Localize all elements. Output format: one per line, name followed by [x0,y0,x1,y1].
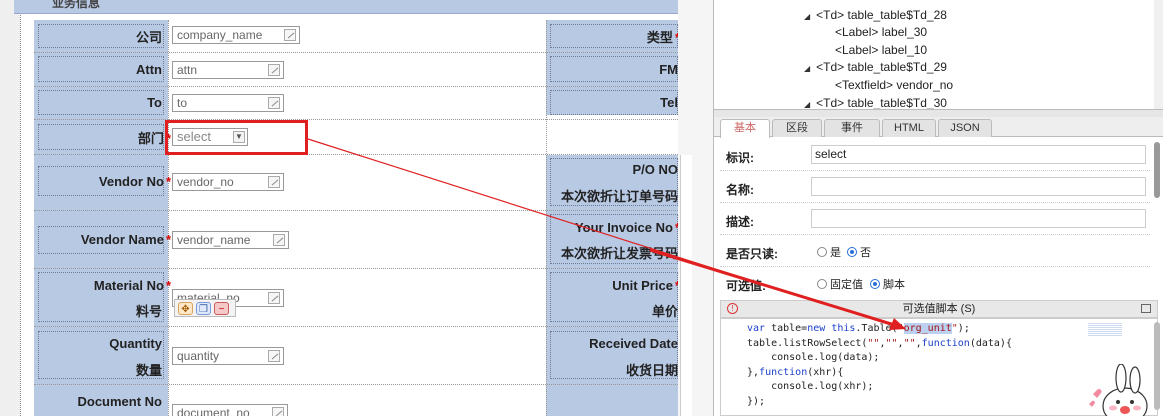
label-po-no: P/O NO [632,162,678,177]
vendor-no-field[interactable]: vendor_no [172,173,284,191]
edit-icon[interactable] [284,29,296,41]
field-mini-toolbar: ✥ ❐ − [174,299,236,317]
props-scrollbar[interactable] [1154,142,1160,198]
label-document-no: Document No [77,394,163,409]
prop-row-readonly: 是否只读: 是 否 [720,236,1150,267]
prop-row-desc: 描述: [720,204,1150,235]
label-vendor-no: Vendor No * [98,174,171,189]
label-fm: FM [659,62,678,77]
tab-basic[interactable]: 基本 [720,119,770,138]
tree-row[interactable]: ◢ <Td> table_table$Td_30 [804,96,947,109]
prop-row-id: 标识: select [720,140,1150,171]
desc-input[interactable] [811,209,1146,228]
tab-events[interactable]: 事件 [824,119,880,137]
company-name-field[interactable]: company_name [172,26,300,44]
tree-row[interactable]: ◢ <Td> table_table$Td_29 [804,60,947,74]
id-label: 标识: [726,151,754,165]
label-type: 类型* [646,30,680,45]
form-section-header: 业务信息 [14,0,678,14]
tab-json[interactable]: JSON [938,119,992,137]
properties-panel: ┘ ◢<Td> table_table$Td_28 <Label> label_… [713,0,1163,416]
label-received-date-cn: 收货日期 [625,363,678,378]
label-attn: Attn [136,62,162,77]
tab-section[interactable]: 区段 [772,119,822,137]
to-field[interactable]: to [172,94,284,112]
script-panel-header: ! 可选值脚本 (S) [720,300,1158,318]
code-line: table.listRowSelect("","","",function(da… [747,337,1012,349]
name-label: 名称: [726,183,754,197]
edit-icon[interactable] [272,407,284,416]
code-line: console.log(data); [747,352,880,363]
expanded-triangle-icon[interactable]: ◢ [804,12,810,21]
label-quantity-cn: 数量 [135,363,162,378]
basic-properties: 标识: select 名称: 描述: 是否只读: 是 否 可选值: 固定值 脚本 [714,138,1163,298]
document-no-field[interactable]: document_no [172,404,288,416]
label-invoice-no: Your Invoice No* [574,220,680,235]
delete-icon[interactable]: − [214,302,229,315]
form-designer-canvas: 业务信息 公司 Attn To 部门 * Vendor No * Vendor Na… [0,0,680,416]
readonly-no-radio[interactable]: 否 [847,244,871,260]
label-to: To [147,95,162,110]
readonly-label: 是否只读: [726,247,778,261]
name-input[interactable] [811,177,1146,196]
desc-label: 描述: [726,215,754,229]
designer-scrollbar[interactable] [680,155,692,416]
code-line: console.log(xhr); [747,381,874,392]
property-tabs: 基本 区段 事件 HTML JSON [714,117,1163,138]
options-label: 可选值: [726,279,766,293]
label-company: 公司 [135,30,162,45]
edit-icon[interactable] [268,176,280,188]
tree-row[interactable]: ◢ <Td> table_table$Td_28 [804,8,947,22]
edit-icon[interactable] [268,292,280,304]
tree-row[interactable]: <Label> label_30 [835,25,927,39]
label-tel: Tel [660,95,678,110]
quantity-field[interactable]: quantity [172,347,284,365]
label-material-no: Material No * [93,278,171,293]
vendor-name-field[interactable]: vendor_name [172,231,289,249]
maximize-icon[interactable] [1141,304,1151,313]
chevron-down-icon[interactable]: ▼ [233,131,245,143]
edit-icon[interactable] [268,350,280,362]
tree-row[interactable]: <Label> label_10 [835,43,927,57]
tree-row-clipped: ┘ [804,0,813,6]
id-input[interactable]: select [811,145,1146,164]
attn-field[interactable]: attn [172,61,284,79]
edit-icon[interactable] [273,234,285,246]
script-title: 可选值脚本 (S) [902,303,976,315]
component-tree: ┘ ◢<Td> table_table$Td_28 <Label> label_… [714,0,1163,110]
tree-scrollbar[interactable] [1154,0,1163,109]
section-title: 业务信息 [52,0,101,10]
options-fixed-radio[interactable]: 固定值 [817,276,863,292]
edit-icon[interactable] [268,64,280,76]
code-line: },function(xhr){ [747,366,844,378]
copy-icon[interactable]: ❐ [196,302,211,315]
splitter[interactable] [714,110,1163,117]
move-icon[interactable]: ✥ [178,302,193,315]
label-po-no-cn: 本次欲折让订单号码 [560,189,678,204]
code-line: var table=new this.Table("org_unit"); [747,323,970,334]
label-quantity: Quantity [109,336,162,351]
code-line: }); [747,395,766,407]
label-unit-price-cn: 单价 [651,304,678,319]
department-select[interactable]: select ▼ [172,128,248,146]
label-received-date: Received Date [589,336,678,351]
prop-row-name: 名称: [720,172,1150,203]
rabbit-mascot-icon [1089,364,1148,416]
code-minimap [1088,322,1122,336]
code-scrollbar[interactable] [1154,322,1160,410]
label-material-no-cn: 料号 [135,304,162,319]
expanded-triangle-icon[interactable]: ◢ [804,100,810,109]
tab-html[interactable]: HTML [882,119,936,137]
right-blank-cell [546,115,678,155]
options-script-radio[interactable]: 脚本 [870,276,905,292]
label-unit-price: Unit Price* [612,278,680,293]
label-invoice-no-cn: 本次欲折让发票号码 [560,246,678,261]
warning-icon: ! [727,303,738,314]
prop-row-options: 可选值: 固定值 脚本 [720,268,1150,299]
readonly-yes-radio[interactable]: 是 [817,244,841,260]
label-vendor-name: Vendor Name * [80,232,171,247]
expanded-triangle-icon[interactable]: ◢ [804,64,810,73]
tree-row[interactable]: <Textfield> vendor_no [835,78,953,92]
edit-icon[interactable] [268,97,280,109]
